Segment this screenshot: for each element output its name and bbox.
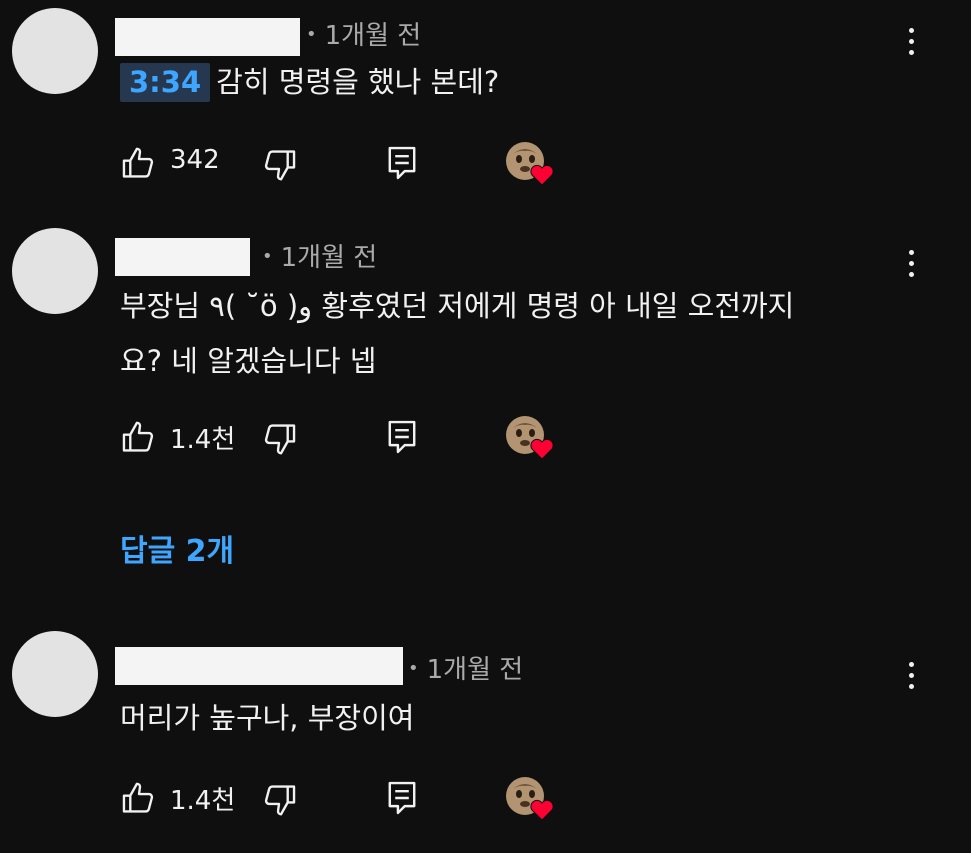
comment-text-line: 감히 명령을 했나 본데? [216,65,500,99]
meta-separator-dot: • [306,24,317,45]
avatar[interactable] [12,631,98,717]
creator-heart-icon[interactable] [505,414,555,462]
comment-text-line: 부장님 ٩( ˘̆ö )و 황후였던 저에게 명령 아 내일 오전까지 [120,289,795,323]
comment-time[interactable]: 1개월 전 [281,243,378,273]
comment-text: 부장님 ٩( ˘̆ö )و 황후였던 저에게 명령 아 내일 오전까지 요? 네… [120,281,794,386]
thumbs-down-icon[interactable] [260,420,298,458]
comment-text-line: 머리가 높구나, 부장이여 [120,701,415,735]
author-name-redacted[interactable] [115,18,300,56]
comment-meta: • 1개월 전 [408,649,523,686]
avatar[interactable] [12,228,98,314]
avatar[interactable] [12,8,98,94]
comment-actions: 1.4천 [120,416,580,460]
more-vert-icon[interactable] [906,28,916,62]
timestamp-link[interactable]: 3:34 [120,63,211,102]
more-vert-icon[interactable] [906,250,916,284]
reply-icon[interactable] [385,779,419,817]
comment-meta: • 1개월 전 [262,237,377,274]
comment-actions: 1.4천 [120,777,580,821]
view-replies-button[interactable]: 답글 2개 [120,526,234,570]
more-vert-icon[interactable] [906,662,916,696]
reply-icon[interactable] [385,144,419,182]
creator-heart-icon[interactable] [505,140,555,188]
thumbs-up-icon[interactable] [120,418,158,456]
comment-time[interactable]: 1개월 전 [427,655,524,685]
comment-actions: 342 [120,142,580,186]
comment-time[interactable]: 1개월 전 [325,21,422,51]
meta-separator-dot: • [262,246,273,267]
comment-text: 3:34 감히 명령을 했나 본데? [120,57,499,107]
like-count: 1.4천 [170,425,236,455]
reply-icon[interactable] [385,418,419,456]
thumbs-down-icon[interactable] [260,781,298,819]
author-name-redacted[interactable] [115,238,250,276]
thumbs-down-icon[interactable] [260,146,298,184]
like-count: 342 [170,145,220,175]
like-count: 1.4천 [170,786,236,816]
comment-text-line: 요? 네 알겠습니다 넵 [120,344,377,378]
comment-text: 머리가 높구나, 부장이여 [120,693,414,743]
comment-meta: • 1개월 전 [306,15,421,52]
author-name-redacted[interactable] [115,647,403,685]
thumbs-up-icon[interactable] [120,144,158,182]
thumbs-up-icon[interactable] [120,779,158,817]
creator-heart-icon[interactable] [505,775,555,823]
meta-separator-dot: • [408,658,419,679]
